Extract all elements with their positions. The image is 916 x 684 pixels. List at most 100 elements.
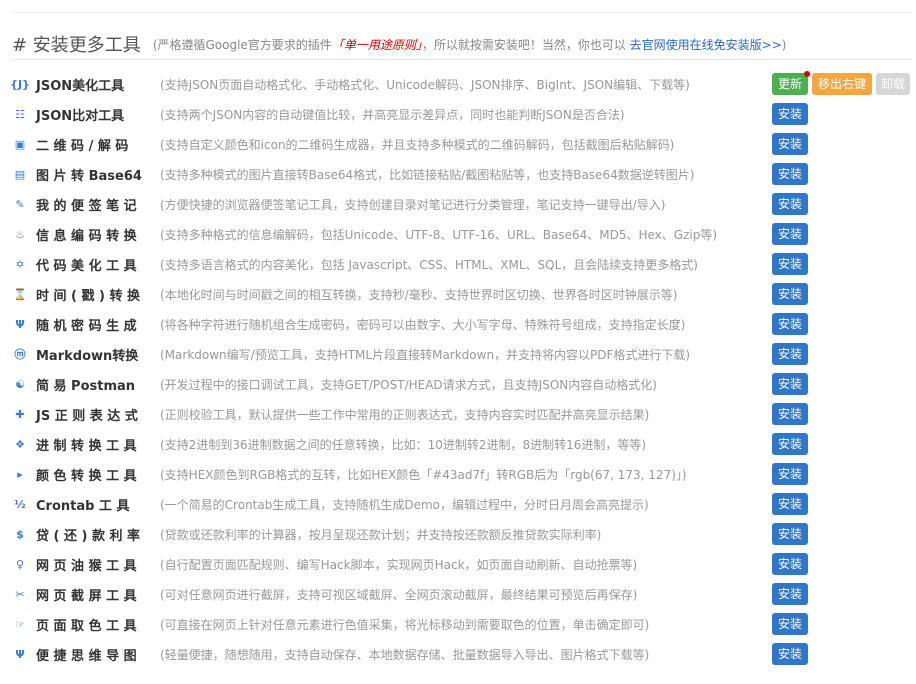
tool-row: ⌛ 时 间 ( 戳 ) 转 换 (本地化时间与时间戳之间的相互转换，支持秒/毫秒、支…: [12, 279, 912, 309]
tool-actions: 安装: [772, 163, 808, 185]
install-button[interactable]: 安装: [772, 463, 808, 485]
tool-actions: 安装: [772, 133, 808, 155]
json-icon: {J}: [10, 77, 30, 91]
tool-name: 网 页 油 猴 工 具: [36, 558, 137, 574]
tool-name: 便 捷 思 维 导 图: [36, 648, 137, 664]
tool-row: ☯ 简 易 Postman (开发过程中的接口调试工具，支持GET/POST/HEA…: [12, 369, 912, 399]
password-icon: Ψ: [15, 317, 25, 331]
tool-row: ▤ 图 片 转 Base64 (支持多种模式的图片直接转Base64格式，比如链接粘…: [12, 159, 912, 189]
tool-name: 信 息 编 码 转 换: [36, 228, 137, 244]
install-button[interactable]: 安装: [772, 403, 808, 425]
tool-row: ▣ 二 维 码 / 解 码 (支持自定义颜色和icon的二维码生成器，并且支持多种模…: [12, 129, 912, 159]
tool-name: 时 间 ( 戳 ) 转 换: [36, 288, 141, 304]
install-button[interactable]: 安装: [772, 253, 808, 275]
description-prefix: (严格遵循Google官方要求的插件: [152, 37, 332, 52]
tool-name: JSON美化工具: [36, 78, 125, 94]
tool-name: 图 片 转 Base64: [36, 168, 142, 184]
install-button[interactable]: 安装: [772, 433, 808, 455]
update-button[interactable]: 更新: [772, 71, 810, 95]
encode-icon: ♨: [15, 227, 25, 241]
uninstall-button[interactable]: 卸载: [876, 73, 910, 95]
tool-actions: 安装: [772, 433, 808, 455]
single-purpose-principle-text: 「单一用途原则」: [331, 37, 422, 52]
tool-row: ♨ 信 息 编 码 转 换 (支持多种格式的信息编解码，包括Unicode、UTF-…: [12, 219, 912, 249]
image-base64-icon: ▤: [14, 167, 26, 181]
install-button[interactable]: 安装: [772, 523, 808, 545]
tool-row: ☞ 页 面 取 色 工 具 (可直接在网页上针对任意元素进行色值采集，将光标移动到需…: [12, 609, 912, 639]
install-button[interactable]: 安装: [772, 493, 808, 515]
tool-name: JS 正 则 表 达 式: [36, 408, 138, 424]
color-convert-icon: ▸: [17, 467, 23, 481]
tool-actions: 安装: [772, 373, 808, 395]
tool-name: Markdown转换: [36, 348, 139, 364]
install-button[interactable]: 安装: [772, 133, 808, 155]
radix-icon: ❖: [15, 437, 25, 451]
hourglass-icon: ⌛: [13, 287, 27, 301]
install-button[interactable]: 安装: [772, 613, 808, 635]
tool-actions: 安装: [772, 583, 808, 605]
color-picker-icon: ☞: [15, 617, 25, 631]
tool-row: ♀ 网 页 油 猴 工 具 (自行配置页面匹配规则、编写Hack脚本，实现网页Hac…: [12, 549, 912, 579]
tool-row: ½ Crontab 工 具 (一个简易的Crontab生成工具，支持随机生成Demo…: [12, 489, 912, 519]
tool-row: ▸ 颜 色 转 换 工 具 (支持HEX颜色到RGB格式的互转，比如HEX颜色「#4…: [12, 459, 912, 489]
install-button[interactable]: 安装: [772, 103, 808, 125]
tool-actions: 安装: [772, 343, 808, 365]
install-button[interactable]: 安装: [772, 643, 808, 665]
tool-name: 贷 ( 还 ) 款 利 率: [36, 528, 141, 544]
section-header: # 安装更多工具 (严格遵循Google官方要求的插件「单一用途原则」，所以就按…: [12, 32, 912, 56]
monkey-icon: ♀: [15, 557, 25, 571]
scissors-icon: ✂: [15, 587, 25, 601]
install-button[interactable]: 安装: [772, 553, 808, 575]
online-version-link[interactable]: 去官网使用在线免安装版>>: [630, 38, 782, 52]
install-button[interactable]: 安装: [772, 223, 808, 245]
tool-name: 进 制 转 换 工 具: [36, 438, 137, 454]
tool-row: ⓜ Markdown转换 (Markdown编写/预览工具，支持HTML片段直接转M…: [12, 339, 912, 369]
tool-name: 二 维 码 / 解 码: [36, 138, 129, 154]
dollar-icon: $: [16, 527, 24, 541]
tool-actions: 安装: [772, 193, 808, 215]
tool-row: ✎ 我 的 便 签 笔 记 (方便快捷的浏览器便签笔记工具，支持创建目录对笔记进行分…: [12, 189, 912, 219]
tool-row: ✡ 代 码 美 化 工 具 (支持多语言格式的内容美化，包括 Javascript、…: [12, 249, 912, 279]
tool-actions: 安装: [772, 253, 808, 275]
tool-name: 网 页 截 屏 工 具: [36, 588, 137, 604]
section-title: # 安装更多工具: [12, 35, 141, 56]
tool-actions: 安装: [772, 643, 808, 665]
install-button[interactable]: 安装: [772, 193, 808, 215]
tool-actions: 安装: [772, 283, 808, 305]
tool-row: {J} JSON美化工具 (支持JSON页面自动格式化、手动格式化、Unicode解…: [10, 69, 912, 99]
tool-name: 随 机 密 码 生 成: [36, 318, 137, 334]
install-button[interactable]: 安装: [772, 343, 808, 365]
tool-actions: 安装: [772, 403, 808, 425]
install-button[interactable]: 安装: [772, 283, 808, 305]
tool-actions: 更新 移出右键 卸载: [772, 71, 910, 95]
crontab-icon: ½: [14, 497, 26, 511]
update-notification-dot: [804, 71, 810, 77]
mindmap-icon: Ψ: [15, 647, 25, 661]
tool-actions: 安装: [772, 523, 808, 545]
markdown-icon: ⓜ: [14, 348, 26, 361]
description-suffix: ): [781, 37, 787, 52]
tool-actions: 安装: [772, 463, 808, 485]
section-description: (严格遵循Google官方要求的插件「单一用途原则」，所以就按需安装吧！当然，你…: [153, 36, 787, 53]
tool-row: Ψ便 捷 思 维 导 图 (轻量便捷，随想随用，支持自动保存、本地数据存储、批量数…: [12, 639, 912, 669]
tool-name: 我 的 便 签 笔 记: [36, 198, 137, 214]
tool-actions: 安装: [772, 493, 808, 515]
code-beautify-icon: ✡: [15, 257, 25, 271]
tool-row: ❖ 进 制 转 换 工 具 (支持2进制到36进制数据之间的任意转换，比如：10进制…: [12, 429, 912, 459]
regex-icon: ✚: [15, 407, 25, 421]
tool-name: 简 易 Postman: [36, 378, 136, 394]
tool-actions: 安装: [772, 613, 808, 635]
install-button[interactable]: 安装: [772, 373, 808, 395]
tool-name: 颜 色 转 换 工 具: [36, 468, 137, 484]
install-button[interactable]: 安装: [772, 583, 808, 605]
install-button[interactable]: 安装: [772, 313, 808, 335]
remove-from-context-menu-button[interactable]: 移出右键: [812, 73, 872, 95]
install-button[interactable]: 安装: [772, 163, 808, 185]
tool-row: $ 贷 ( 还 ) 款 利 率 (贷款或还款利率的计算器，按月呈现还款计划；并支持按…: [12, 519, 912, 549]
tool-actions: 安装: [772, 313, 808, 335]
tool-name: 页 面 取 色 工 具: [36, 618, 137, 634]
tool-name: Crontab 工 具: [36, 498, 130, 514]
compare-icon: ☷: [15, 107, 25, 121]
tool-name: 代 码 美 化 工 具: [36, 258, 137, 274]
qrcode-icon: ▣: [14, 137, 26, 151]
